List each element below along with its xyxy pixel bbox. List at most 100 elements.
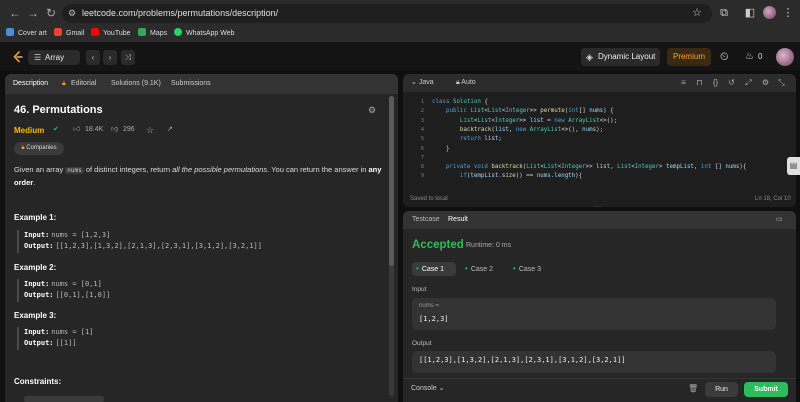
code-line[interactable]: } — [432, 145, 450, 154]
forward-arrow-icon[interactable]: → — [24, 4, 42, 22]
streak-fire-icon[interactable]: ♨ — [745, 50, 754, 64]
back-arrow-icon[interactable]: ← — [6, 4, 24, 22]
case-1-tab[interactable]: • Case 1 — [412, 262, 456, 276]
example-block-border — [17, 327, 19, 350]
bookmark-whatsapp[interactable]: WhatsApp Web — [174, 26, 235, 42]
example-input: Input: nums = [0,1] — [24, 280, 102, 288]
lock-icon: 🔒︎ — [21, 145, 25, 151]
code-line[interactable]: class Solution { — [432, 98, 488, 107]
tab-testcase[interactable]: Testcase — [412, 211, 440, 229]
line-number: 6 — [420, 145, 424, 152]
streak-count: 0 — [758, 52, 763, 61]
leetcode-logo-icon[interactable] — [12, 51, 24, 63]
cursor-position: Ln 18, Col 10 — [755, 196, 791, 202]
gear-icon[interactable]: ⚙ — [368, 104, 376, 116]
share-icon[interactable]: ↗ — [167, 124, 173, 136]
bookmark-maps[interactable]: Maps — [138, 26, 167, 42]
run-button[interactable]: Run — [705, 382, 738, 397]
resize-handle[interactable]: ···· — [593, 204, 605, 210]
dynamic-layout-label: Dynamic Layout — [598, 52, 656, 61]
code-line[interactable]: List<List<Integer>> list = new ArrayList… — [432, 117, 617, 126]
runtime-text: Runtime: 0 ms — [466, 242, 512, 249]
line-number: 4 — [420, 126, 424, 133]
url-text[interactable]: leetcode.com/problems/permutations/descr… — [82, 5, 278, 22]
gmail-icon — [54, 28, 62, 36]
whatsapp-icon — [174, 28, 182, 36]
example-heading: Example 3: — [14, 311, 57, 320]
reset-icon[interactable]: ↺ — [726, 77, 737, 89]
format-icon[interactable]: ≡ — [678, 77, 689, 89]
case-3-tab[interactable]: • Case 3 — [509, 262, 553, 276]
line-number: 1 — [420, 99, 424, 105]
input-var-name: nums = — [419, 303, 439, 309]
difficulty-badge: Medium — [14, 126, 45, 135]
tab-solutions[interactable]: Solutions (9.1K) — [111, 74, 161, 94]
dislike-count: 296 — [123, 126, 135, 133]
tab-result[interactable]: Result — [448, 211, 468, 229]
notes-icon[interactable]: ▤ — [787, 157, 800, 175]
output-label: Output — [412, 340, 432, 347]
collapse-icon[interactable]: ▭ — [776, 211, 783, 229]
tab-submissions[interactable]: Submissions — [171, 74, 211, 94]
menu-kebab-icon[interactable]: ⋮ — [780, 5, 796, 21]
solved-check-icon: ✔ — [53, 126, 59, 133]
line-number: 7 — [420, 154, 424, 161]
line-number: 2 — [420, 108, 424, 115]
site-info-icon[interactable]: ⚙ — [68, 6, 80, 20]
language-select[interactable]: ⌄ Java — [411, 74, 434, 92]
save-status: Saved to local — [410, 196, 448, 202]
example-input: Input: nums = [1,2,3] — [24, 231, 111, 239]
trash-icon[interactable]: 🗑︎ — [688, 383, 698, 395]
problem-title[interactable]: 46. Permutations — [14, 103, 103, 117]
dislike-icon[interactable]: 👎︎ — [111, 124, 118, 136]
globe-icon — [6, 28, 14, 36]
example-block-border — [17, 279, 19, 302]
scrollbar-thumb[interactable] — [389, 96, 394, 266]
user-avatar[interactable] — [776, 48, 794, 66]
companies-tag[interactable]: 🔒︎ Companies — [14, 142, 64, 155]
premium-button[interactable]: Premium — [667, 48, 711, 66]
code-line[interactable]: if(tempList.size() == nums.length){ — [432, 172, 582, 181]
case-2-tab[interactable]: • Case 2 — [461, 262, 505, 276]
auto-mode[interactable]: 🔒︎ Auto — [456, 74, 476, 92]
reload-icon[interactable]: ↻ — [42, 4, 60, 22]
bookmark-cover-art[interactable]: Cover art — [6, 26, 47, 42]
problem-statement: Given an array nums of distinct integers… — [14, 165, 382, 187]
result-status: Accepted — [412, 239, 464, 251]
constraint-item — [24, 396, 104, 402]
prev-problem-icon[interactable]: ‹ — [86, 50, 100, 65]
list-icon: ☰ — [34, 53, 42, 62]
like-count: 18.4K — [85, 126, 104, 133]
extensions-icon[interactable]: ⧉ — [716, 5, 732, 21]
pass-dot-icon: • — [513, 264, 516, 273]
bookmark-youtube[interactable]: YouTube — [91, 26, 131, 42]
bookmark-star-icon[interactable]: ☆ — [689, 5, 705, 21]
bookmark-gmail[interactable]: Gmail — [54, 26, 84, 42]
code-line[interactable]: public List<List<Integer>> permute(int[]… — [432, 107, 614, 116]
tab-editorial[interactable]: Editorial — [71, 74, 96, 94]
bookmark-icon[interactable]: ⊓ — [694, 77, 705, 89]
console-toggle[interactable]: Console ⌄ — [411, 383, 445, 395]
timer-icon[interactable]: ⏲ — [720, 49, 729, 65]
profile-avatar[interactable] — [763, 6, 776, 19]
code-line[interactable]: return list; — [432, 135, 502, 144]
fullscreen-icon[interactable]: ⤢ — [743, 77, 754, 89]
shuffle-icon[interactable]: ⤨ — [121, 50, 135, 65]
submit-button[interactable]: Submit — [744, 382, 788, 397]
next-problem-icon[interactable]: › — [103, 50, 117, 65]
tab-description[interactable]: Description — [13, 74, 48, 94]
line-number: 3 — [420, 117, 424, 124]
star-icon[interactable]: ☆ — [146, 124, 154, 136]
expand-icon[interactable]: ⤡ — [776, 77, 787, 89]
code-line[interactable]: backtrack(list, new ArrayList<>(), nums)… — [432, 126, 603, 135]
like-icon[interactable]: 👍︎ — [73, 124, 80, 136]
sidepanel-icon[interactable]: ◧ — [742, 5, 758, 21]
settings-icon[interactable]: ⚙ — [760, 77, 771, 89]
youtube-icon — [91, 28, 99, 36]
input-value: [1,2,3] — [419, 315, 449, 323]
input-box — [412, 298, 776, 330]
pass-dot-icon: • — [416, 264, 419, 273]
code-line[interactable]: private void backtrack(List<List<Integer… — [432, 163, 746, 172]
braces-icon[interactable]: {} — [710, 77, 721, 89]
pass-dot-icon: • — [465, 264, 468, 273]
